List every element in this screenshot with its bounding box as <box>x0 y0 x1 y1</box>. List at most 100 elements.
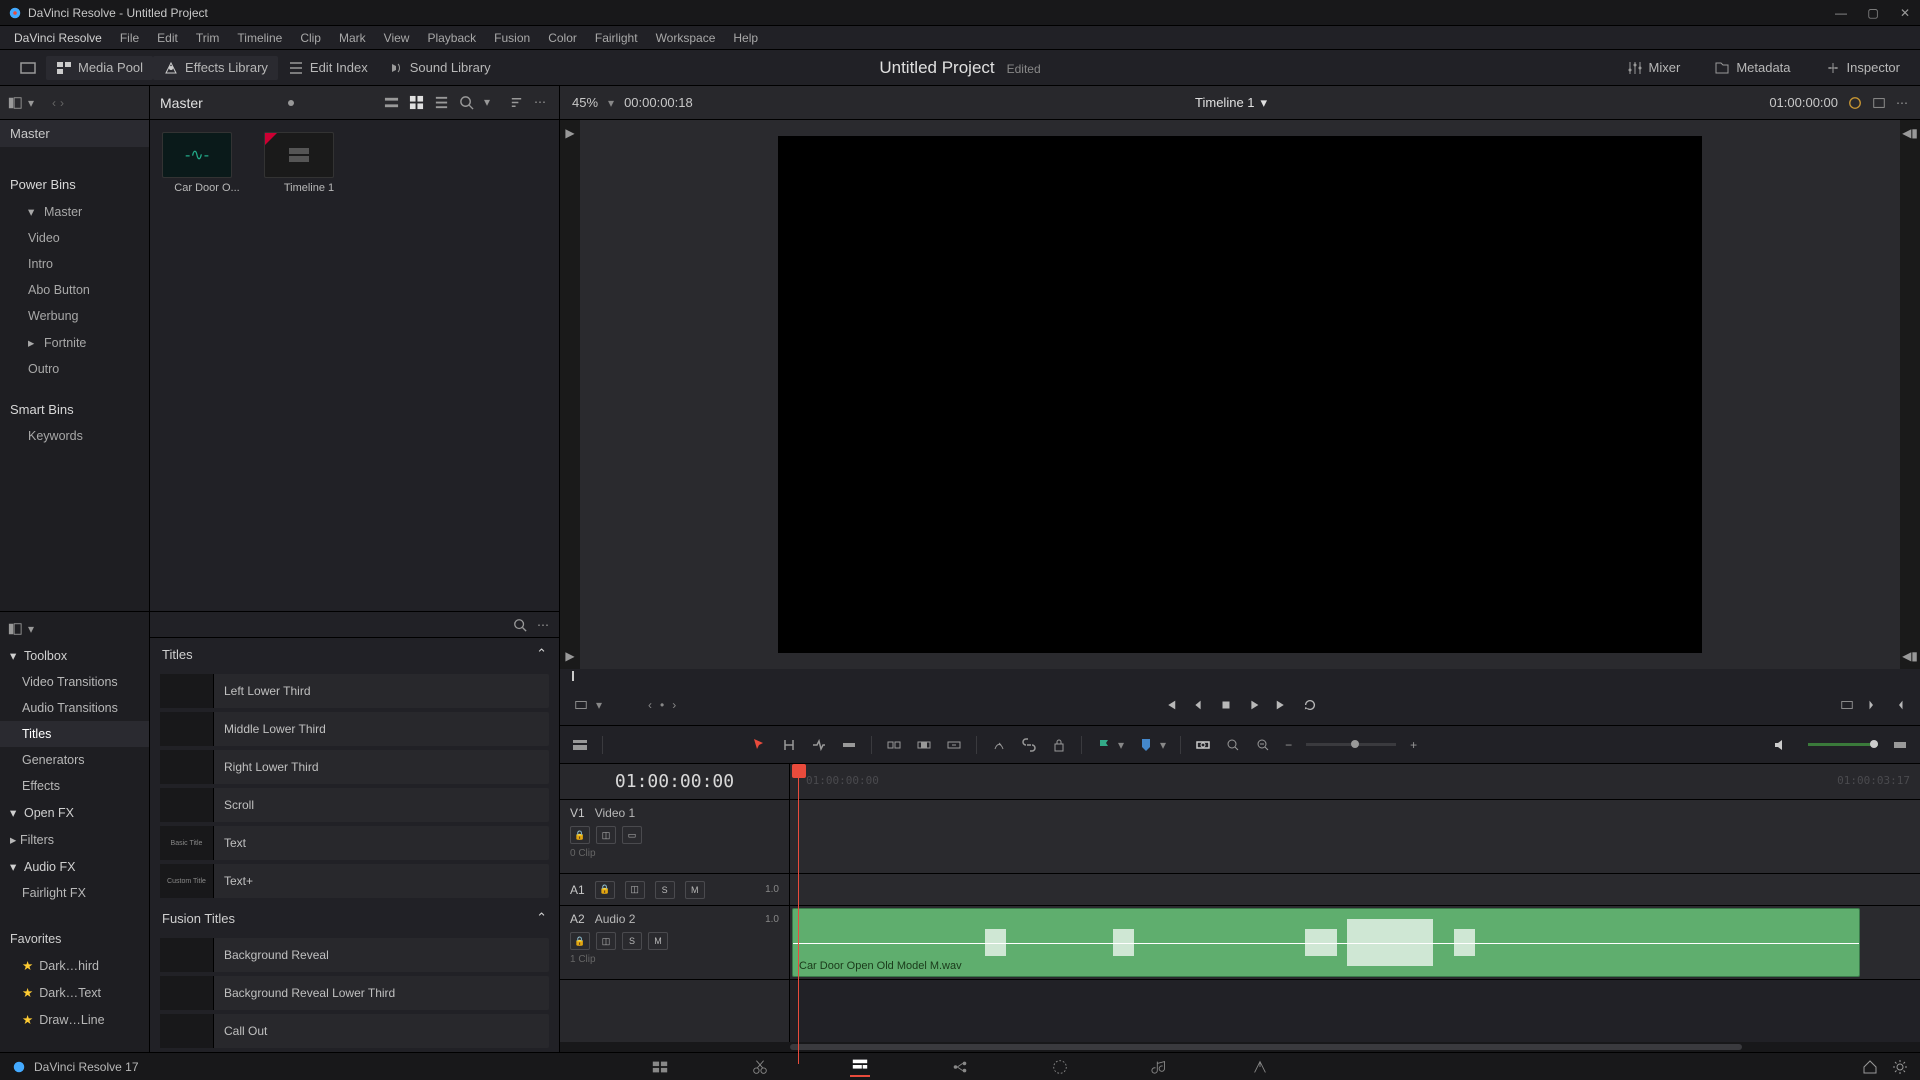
fx-fusion-item[interactable]: Call Out <box>160 1014 549 1048</box>
page-deliver[interactable] <box>1250 1057 1270 1077</box>
insert-clip-icon[interactable] <box>886 737 902 753</box>
menu-app[interactable]: DaVinci Resolve <box>6 29 110 47</box>
track-auto-select-button[interactable]: ◫ <box>596 826 616 844</box>
maximize-button[interactable]: ▢ <box>1866 6 1880 20</box>
track-auto-select-button[interactable]: ◫ <box>625 881 645 899</box>
zoom-in-icon[interactable]: + <box>1410 738 1417 752</box>
marker-dropdown-icon[interactable]: ▾ <box>1160 738 1166 752</box>
viewer-zoom[interactable]: 45% <box>572 95 598 110</box>
menu-timeline[interactable]: Timeline <box>229 29 290 47</box>
record-timecode[interactable]: 01:00:00:00 <box>1769 95 1838 110</box>
bypass-icon[interactable] <box>1848 96 1862 110</box>
fx-options-icon[interactable]: ⋯ <box>537 618 549 632</box>
fx-fav-item[interactable]: ★Dark…hird <box>0 952 149 979</box>
track-mute-button[interactable]: M <box>685 881 705 899</box>
fx-audiofx-fairlight[interactable]: Fairlight FX <box>0 880 149 906</box>
timeline-scrollbar[interactable] <box>560 1042 1920 1052</box>
page-cut[interactable] <box>750 1057 770 1077</box>
blade-tool-icon[interactable] <box>841 737 857 753</box>
clip-item[interactable]: -∿- Car Door O... <box>162 132 252 194</box>
flag-dropdown-icon[interactable]: ▾ <box>1118 738 1124 752</box>
fx-title-item[interactable]: Middle Lower Third <box>160 712 549 746</box>
current-edit-icon[interactable]: • <box>660 698 664 712</box>
page-edit[interactable] <box>850 1057 870 1077</box>
menu-help[interactable]: Help <box>725 29 766 47</box>
fx-fusion-item[interactable]: Background Reveal Lower Third <box>160 976 549 1010</box>
track-lanes[interactable]: Car Door Open Old Model M.wav <box>790 800 1920 1042</box>
fx-fav-item[interactable]: ★Draw…Line <box>0 1006 149 1033</box>
search-dropdown-icon[interactable]: ▾ <box>484 95 499 110</box>
sound-library-toggle[interactable]: Sound Library <box>378 56 501 80</box>
fx-title-item[interactable]: Basic TitleText <box>160 826 549 860</box>
page-fusion[interactable] <box>950 1057 970 1077</box>
zoom-detail-icon[interactable] <box>1225 737 1241 753</box>
fx-fusion-titles-header[interactable]: Fusion Titles⌃ <box>150 902 559 934</box>
menu-clip[interactable]: Clip <box>292 29 329 47</box>
menu-fairlight[interactable]: Fairlight <box>587 29 646 47</box>
fx-audiofx-header[interactable]: ▾Audio FX <box>0 853 149 880</box>
go-out-icon[interactable]: ◀▮ <box>1900 649 1920 663</box>
smart-bins-header[interactable]: Smart Bins <box>0 392 149 423</box>
overwrite-clip-icon[interactable] <box>916 737 932 753</box>
lane-v1[interactable] <box>790 800 1920 874</box>
fx-fusion-item[interactable]: Background Reveal <box>160 938 549 972</box>
menu-view[interactable]: View <box>376 29 418 47</box>
go-in-icon[interactable]: ▶ <box>560 649 580 663</box>
overlay-dropdown-icon[interactable]: ▾ <box>596 698 602 712</box>
zoom-dropdown-icon[interactable]: ▾ <box>608 96 614 110</box>
dynamic-trim-icon[interactable] <box>811 737 827 753</box>
viewer-timeline-name[interactable]: Timeline 1▾ <box>1195 95 1267 111</box>
menu-mark[interactable]: Mark <box>331 29 374 47</box>
track-lock-button[interactable]: 🔒 <box>570 932 590 950</box>
dim-icon[interactable] <box>1892 737 1908 753</box>
menu-playback[interactable]: Playback <box>419 29 484 47</box>
match-frame-icon[interactable] <box>1840 698 1854 712</box>
media-pool-toggle[interactable]: Media Pool <box>46 56 153 80</box>
lane-a1[interactable] <box>790 874 1920 906</box>
powerbin-fortnite[interactable]: ▸Fortnite <box>0 329 149 356</box>
track-lock-button[interactable]: 🔒 <box>595 881 615 899</box>
nav-back-icon[interactable]: ‹ <box>52 96 56 110</box>
viewer-canvas[interactable] <box>580 120 1900 669</box>
fx-favorites-header[interactable]: Favorites <box>0 926 149 952</box>
page-color[interactable] <box>1050 1057 1070 1077</box>
thumbnail-view-icon[interactable] <box>409 95 424 110</box>
fx-title-item[interactable]: Left Lower Third <box>160 674 549 708</box>
flag-icon[interactable] <box>1096 737 1112 753</box>
metadata-toggle[interactable]: Metadata <box>1704 56 1800 80</box>
page-media[interactable] <box>650 1057 670 1077</box>
menu-trim[interactable]: Trim <box>188 29 228 47</box>
bin-master[interactable]: Master <box>0 120 149 147</box>
stop-icon[interactable] <box>1219 698 1233 712</box>
fx-title-item[interactable]: Right Lower Third <box>160 750 549 784</box>
track-solo-button[interactable]: S <box>655 881 675 899</box>
replace-clip-icon[interactable] <box>946 737 962 753</box>
match-frame-in-icon[interactable]: ▶ <box>560 126 580 140</box>
fx-cat-generators[interactable]: Generators <box>0 747 149 773</box>
step-back-icon[interactable] <box>1191 698 1205 712</box>
next-edit-icon[interactable]: › <box>672 698 676 712</box>
fx-toolbox-header[interactable]: ▾Toolbox <box>0 642 149 669</box>
timeline-view-options-icon[interactable] <box>572 737 588 753</box>
loop-icon[interactable] <box>1303 698 1317 712</box>
menu-workspace[interactable]: Workspace <box>648 29 724 47</box>
chevron-down-icon[interactable]: ▾ <box>28 622 34 636</box>
zoom-custom-icon[interactable] <box>1255 737 1271 753</box>
go-to-end-icon[interactable] <box>1275 698 1289 712</box>
fx-cat-video-transitions[interactable]: Video Transitions <box>0 669 149 695</box>
play-icon[interactable] <box>1247 698 1261 712</box>
powerbin-abo[interactable]: Abo Button <box>0 277 149 303</box>
edit-index-toggle[interactable]: Edit Index <box>278 56 378 80</box>
single-viewer-icon[interactable] <box>1872 96 1886 110</box>
search-icon[interactable] <box>513 618 527 632</box>
powerbin-master[interactable]: ▾Master <box>0 198 149 225</box>
menu-fusion[interactable]: Fusion <box>486 29 538 47</box>
overlay-mode-icon[interactable] <box>574 698 588 712</box>
track-mute-button[interactable]: M <box>648 932 668 950</box>
blade-edit-icon[interactable] <box>991 737 1007 753</box>
match-frame-out-icon[interactable]: ◀▮ <box>1900 126 1920 140</box>
smartbin-keywords[interactable]: Keywords <box>0 423 149 449</box>
lane-a2[interactable]: Car Door Open Old Model M.wav <box>790 906 1920 980</box>
powerbin-intro[interactable]: Intro <box>0 251 149 277</box>
lock-icon[interactable] <box>1051 737 1067 753</box>
